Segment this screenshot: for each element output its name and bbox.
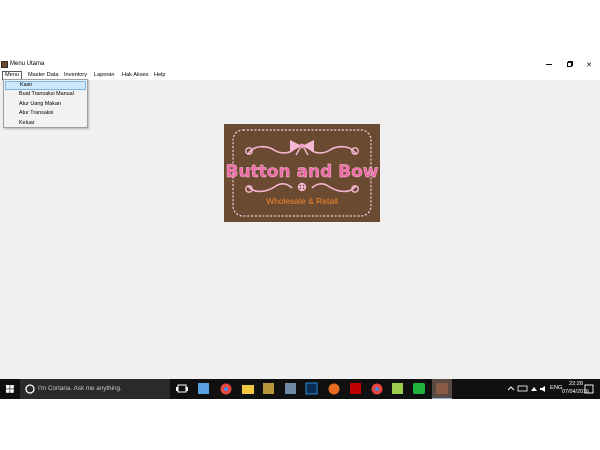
dropdown-item-keluar[interactable]: Keluar	[5, 119, 86, 128]
minimize-icon	[546, 64, 552, 65]
dropdown-item-atur-uang-makan[interactable]: Atur Uang Makan	[5, 100, 86, 109]
show-hidden-icons-chevron	[507, 386, 515, 391]
button-icon	[297, 182, 307, 192]
volume-icon	[540, 386, 545, 392]
dropdown-item-atur-transaksi[interactable]: Atur Transaksi	[5, 109, 86, 118]
line-icon	[413, 383, 425, 394]
notepad-icon	[392, 383, 403, 394]
logo-subtitle: Wholesale & Retail	[266, 196, 338, 206]
minimize-button[interactable]	[538, 58, 560, 71]
close-button[interactable]: ✕	[578, 58, 600, 71]
network-tool-icon	[198, 383, 209, 394]
clock-time[interactable]: 22:28	[566, 381, 586, 387]
app-icon	[1, 61, 8, 68]
filezilla-icon	[350, 383, 361, 394]
app-taskbar-icon	[436, 383, 448, 394]
company-logo: Button and Bow Wholesale & Retail	[224, 124, 380, 222]
background-top	[0, 0, 600, 58]
title-bar: Menu Utama ✕	[0, 58, 600, 71]
maximize-button[interactable]	[558, 58, 580, 71]
menu-bar: Menu Master Data Inventory Laporan Hak A…	[0, 71, 600, 80]
task-view-icon	[176, 384, 188, 393]
media-app-icon	[263, 383, 274, 394]
windows-start-icon	[6, 385, 14, 393]
dropdown-item-kasir[interactable]: Kasir	[5, 81, 86, 90]
battery-icon	[517, 385, 528, 392]
close-icon: ✕	[586, 61, 592, 69]
restore-icon	[566, 62, 572, 67]
logo-title: Button and Bow	[225, 162, 378, 182]
menu-dropdown: Kasir Buat Transaksi Manual Atur Uang Ma…	[3, 79, 88, 128]
taskbar: I'm Cortana. Ask me anything. ENG 22:28 …	[0, 379, 600, 399]
cortana-search-box[interactable]: I'm Cortana. Ask me anything.	[38, 385, 122, 392]
firefox-icon	[328, 383, 340, 395]
dropdown-item-buat-transaksi-manual[interactable]: Buat Transaksi Manual	[5, 90, 86, 99]
wifi-icon	[531, 387, 537, 391]
menu-laporan[interactable]: Laporan	[92, 71, 117, 80]
window-title: Menu Utama	[10, 61, 45, 67]
calculator-icon	[285, 383, 296, 394]
menu-help[interactable]: Help	[152, 71, 168, 80]
language-indicator[interactable]: ENG	[550, 385, 563, 391]
file-explorer-icon	[242, 385, 254, 394]
clock-date[interactable]: 07/04/2016	[562, 389, 589, 395]
photoshop-icon	[305, 382, 318, 395]
menu-hak-akses[interactable]: Hak Akses	[120, 71, 150, 80]
background-bottom	[0, 399, 600, 450]
